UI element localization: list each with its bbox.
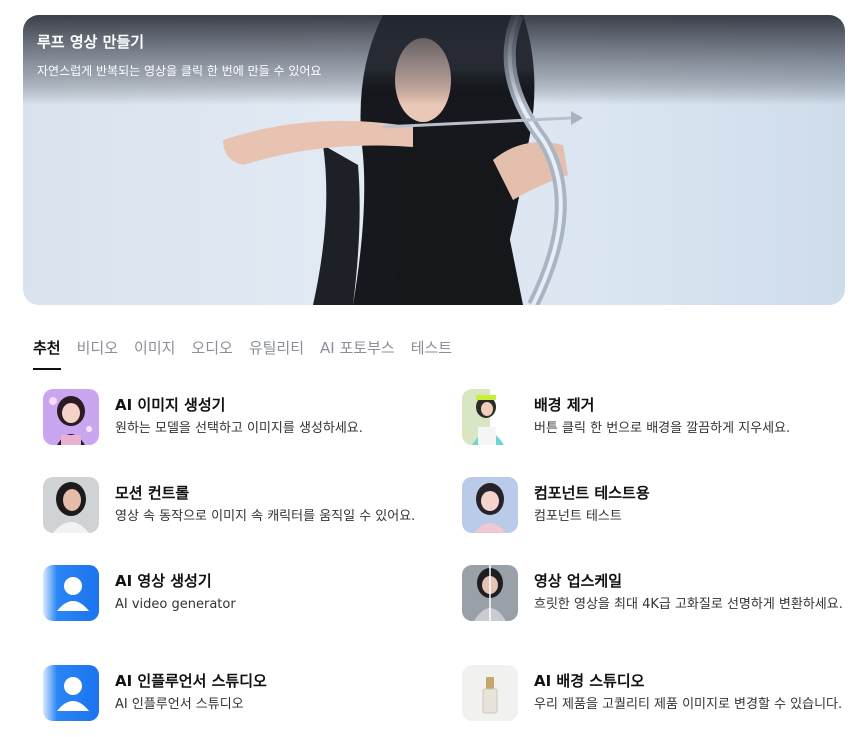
tab-recommended[interactable]: 추천 — [33, 337, 61, 371]
motion-control-thumbnail — [43, 477, 99, 533]
tool-item-motion-control[interactable]: 모션 컨트롤 영상 속 동작으로 이미지 속 캐릭터를 움직일 수 있어요. — [43, 477, 443, 537]
product-bottle-thumbnail — [462, 665, 518, 721]
tool-item-video-upscale[interactable]: 영상 업스케일 흐릿한 영상을 최대 4K급 고화질로 선명하게 변환하세요. — [462, 565, 854, 625]
category-tabs: 추천 비디오 이미지 오디오 유틸리티 AI 포토부스 테스트 — [33, 337, 468, 371]
tab-test[interactable]: 테스트 — [411, 337, 452, 371]
tool-item-background-remover[interactable]: 배경 제거 버튼 클릭 한 번으로 배경을 깔끔하게 지우세요. — [462, 389, 854, 449]
ai-image-generator-thumbnail — [43, 389, 99, 445]
hero-illustration — [23, 15, 845, 305]
tool-title: AI 영상 생성기 — [115, 572, 212, 590]
tab-audio[interactable]: 오디오 — [191, 337, 232, 371]
tool-title: 영상 업스케일 — [534, 572, 623, 590]
hero-title: 루프 영상 만들기 — [37, 33, 145, 51]
background-remover-thumbnail — [462, 389, 518, 445]
tab-video[interactable]: 비디오 — [77, 337, 118, 371]
tool-description: 버튼 클릭 한 번으로 배경을 깔끔하게 지우세요. — [534, 421, 791, 436]
user-placeholder-icon — [43, 565, 99, 621]
hero-banner[interactable]: 루프 영상 만들기 자연스럽게 반복되는 영상을 클릭 한 번에 만들 수 있어… — [23, 15, 845, 305]
tool-title: AI 인플루언서 스튜디오 — [115, 672, 267, 690]
tool-title: AI 배경 스튜디오 — [534, 672, 645, 690]
tool-title: AI 이미지 생성기 — [115, 396, 226, 414]
user-placeholder-icon — [43, 665, 99, 721]
tool-description: 영상 속 동작으로 이미지 속 캐릭터를 움직일 수 있어요. — [115, 509, 416, 524]
tool-description: 컴포넌트 테스트 — [534, 509, 622, 524]
tool-description: AI video generator — [115, 597, 236, 612]
tool-description: AI 인플루언서 스튜디오 — [115, 697, 244, 712]
tool-description: 원하는 모델을 선택하고 이미지를 생성하세요. — [115, 421, 363, 436]
tool-item-component-test[interactable]: · 컴포넌트 테스트용 컴포넌트 테스트 — [462, 477, 854, 537]
tool-item-ai-video-generator[interactable]: AI 영상 생성기 AI video generator — [43, 565, 443, 625]
tab-utility[interactable]: 유틸리티 — [249, 337, 304, 371]
tool-description: 흐릿한 영상을 최대 4K급 고화질로 선명하게 변환하세요. — [534, 597, 843, 612]
hero-subtitle: 자연스럽게 반복되는 영상을 클릭 한 번에 만들 수 있어요 — [37, 64, 322, 78]
tab-ai-photobooth[interactable]: AI 포토부스 — [320, 337, 395, 371]
tool-item-ai-image-generator[interactable]: AI 이미지 생성기 원하는 모델을 선택하고 이미지를 생성하세요. — [43, 389, 443, 449]
tool-item-ai-background-studio[interactable]: AI 배경 스튜디오 우리 제품을 고퀄리티 제품 이미지로 변경할 수 있습니… — [462, 665, 854, 725]
tool-title: 컴포넌트 테스트용 — [534, 484, 650, 502]
tool-title: 모션 컨트롤 — [115, 484, 190, 502]
component-test-thumbnail: · — [462, 477, 518, 533]
tool-description: 우리 제품을 고퀄리티 제품 이미지로 변경할 수 있습니다. — [534, 697, 843, 712]
tool-title: 배경 제거 — [534, 396, 595, 414]
tab-image[interactable]: 이미지 — [134, 337, 175, 371]
video-upscale-thumbnail — [462, 565, 518, 621]
tool-item-ai-influencer-studio[interactable]: AI 인플루언서 스튜디오 AI 인플루언서 스튜디오 — [43, 665, 443, 725]
